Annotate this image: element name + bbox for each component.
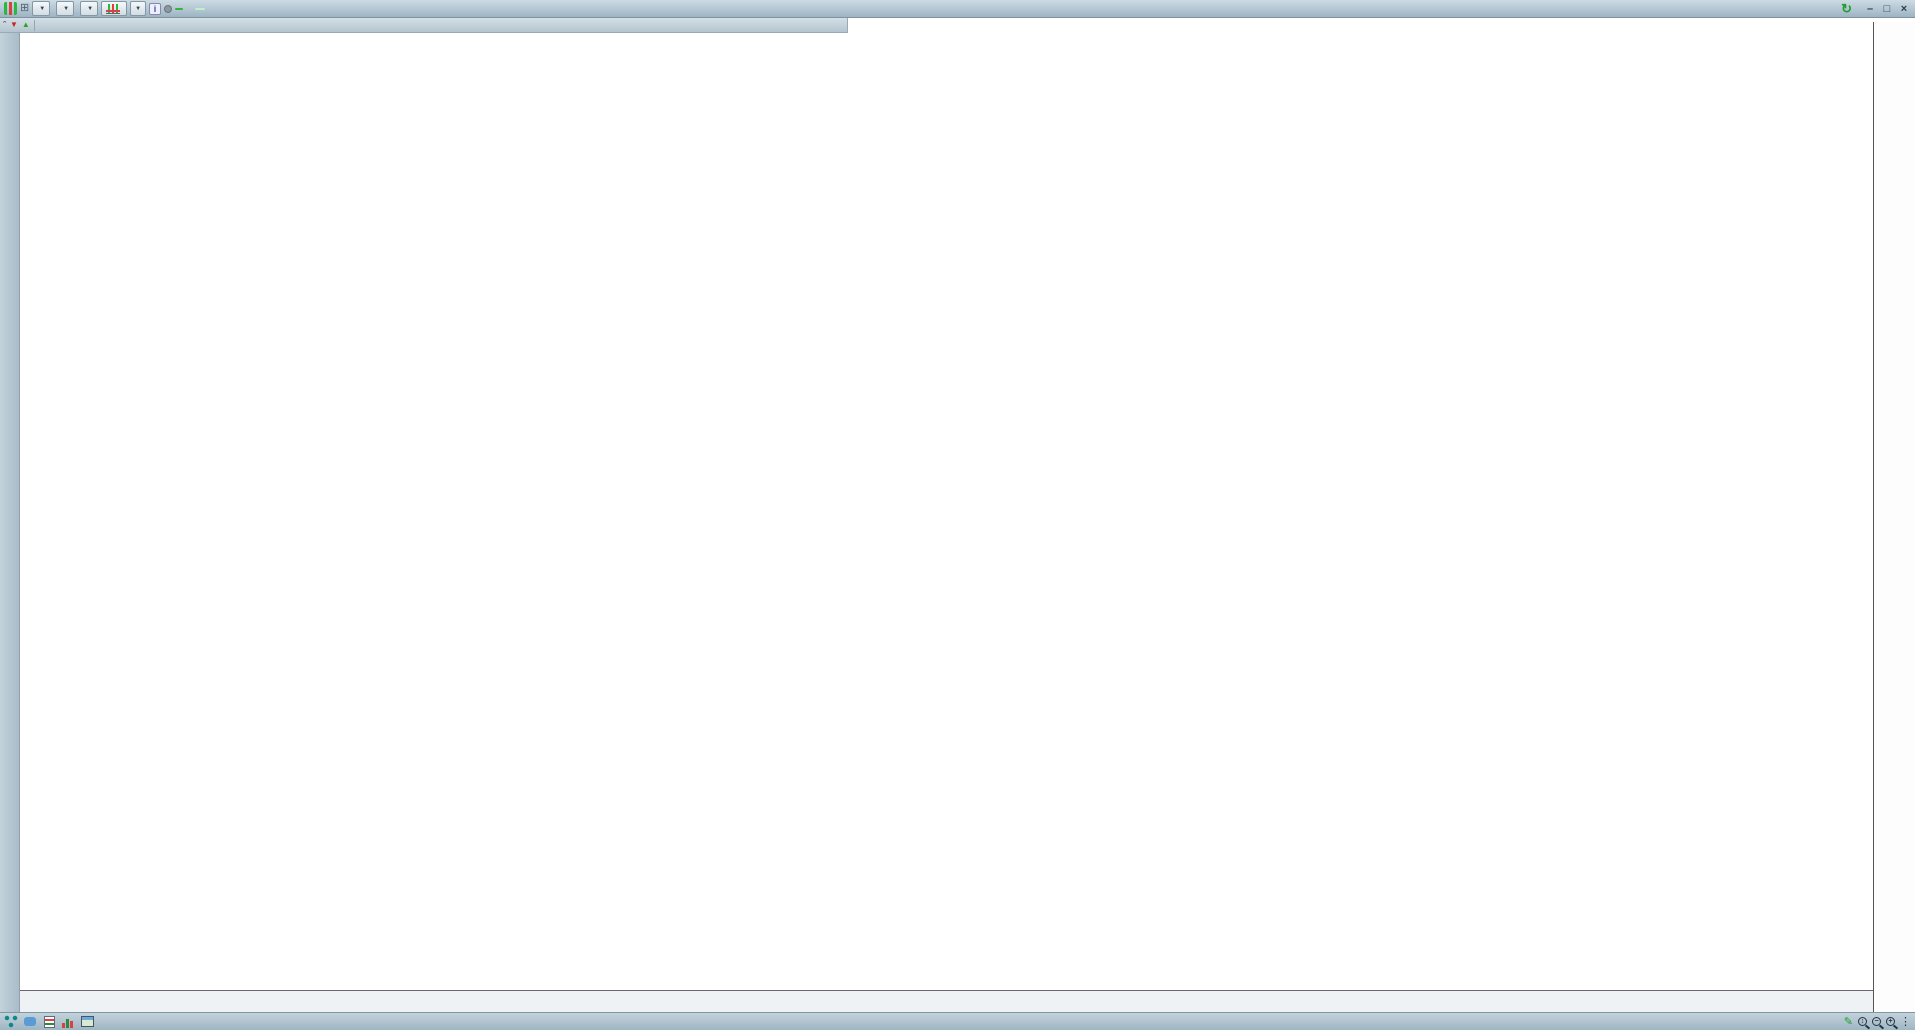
chat-icon[interactable]: [23, 1015, 37, 1028]
stats-icon[interactable]: [61, 1015, 75, 1028]
record-dot-icon: [164, 5, 172, 13]
up-arrow-icon[interactable]: ▲: [22, 21, 30, 29]
chevron-down-icon: ▼: [135, 3, 141, 15]
restore-button[interactable]: □: [1880, 3, 1894, 15]
indicators-dropdown[interactable]: ▼: [130, 1, 146, 16]
down-arrow-icon[interactable]: ▼: [10, 21, 18, 29]
window-icon[interactable]: [80, 1015, 94, 1028]
change-badge: [175, 8, 183, 10]
zoom-drag-icon[interactable]: ↕: [1858, 1017, 1867, 1026]
period-select[interactable]: ▼: [56, 1, 74, 16]
chevron-down-icon: ▼: [63, 3, 69, 15]
layout-grid-icon[interactable]: ⊞: [20, 2, 29, 15]
refresh-icon[interactable]: ↻: [1841, 1, 1852, 17]
indicators-icon: [106, 4, 120, 14]
chart-canvas[interactable]: [20, 33, 1873, 990]
news-icon[interactable]: [42, 1015, 56, 1028]
drawing-toolbar: [0, 33, 20, 1030]
instrument-chip[interactable]: [195, 8, 205, 10]
top-toolbar: ⊞ ▼ ▼ ▼ ▼ i ↻ – □ ×: [0, 0, 1915, 18]
app-icon: [4, 2, 17, 15]
bottom-toolbar: ✎ ↕ − + ⋮: [0, 1012, 1915, 1030]
indicators-button[interactable]: [101, 1, 127, 16]
zoom-in-icon[interactable]: +: [1886, 1017, 1895, 1026]
chevron-down-icon: ▼: [87, 3, 93, 15]
minimize-button[interactable]: –: [1863, 3, 1877, 15]
date-axis[interactable]: [20, 990, 1915, 1012]
close-button[interactable]: ×: [1897, 3, 1911, 15]
collapse-toolbar-button[interactable]: ˆ: [3, 20, 6, 30]
zoom-out-icon[interactable]: −: [1872, 1017, 1881, 1026]
info-icon[interactable]: i: [149, 3, 161, 15]
symbol-select[interactable]: ▼: [32, 1, 50, 16]
chevron-down-icon: ▼: [39, 3, 45, 15]
units-select[interactable]: ▼: [80, 1, 98, 16]
price-axis[interactable]: [1873, 22, 1915, 1012]
chart-edit-icon[interactable]: ✎: [1844, 1015, 1853, 1028]
trading-app: ⊞ ▼ ▼ ▼ ▼ i ↻ – □ × ˆ ▼ ▲: [0, 0, 1915, 1030]
axis-options-icon[interactable]: ⋮: [1900, 1015, 1911, 1028]
share-icon[interactable]: [4, 1015, 18, 1028]
indicator-toolbar: ˆ ▼ ▲: [0, 18, 848, 33]
